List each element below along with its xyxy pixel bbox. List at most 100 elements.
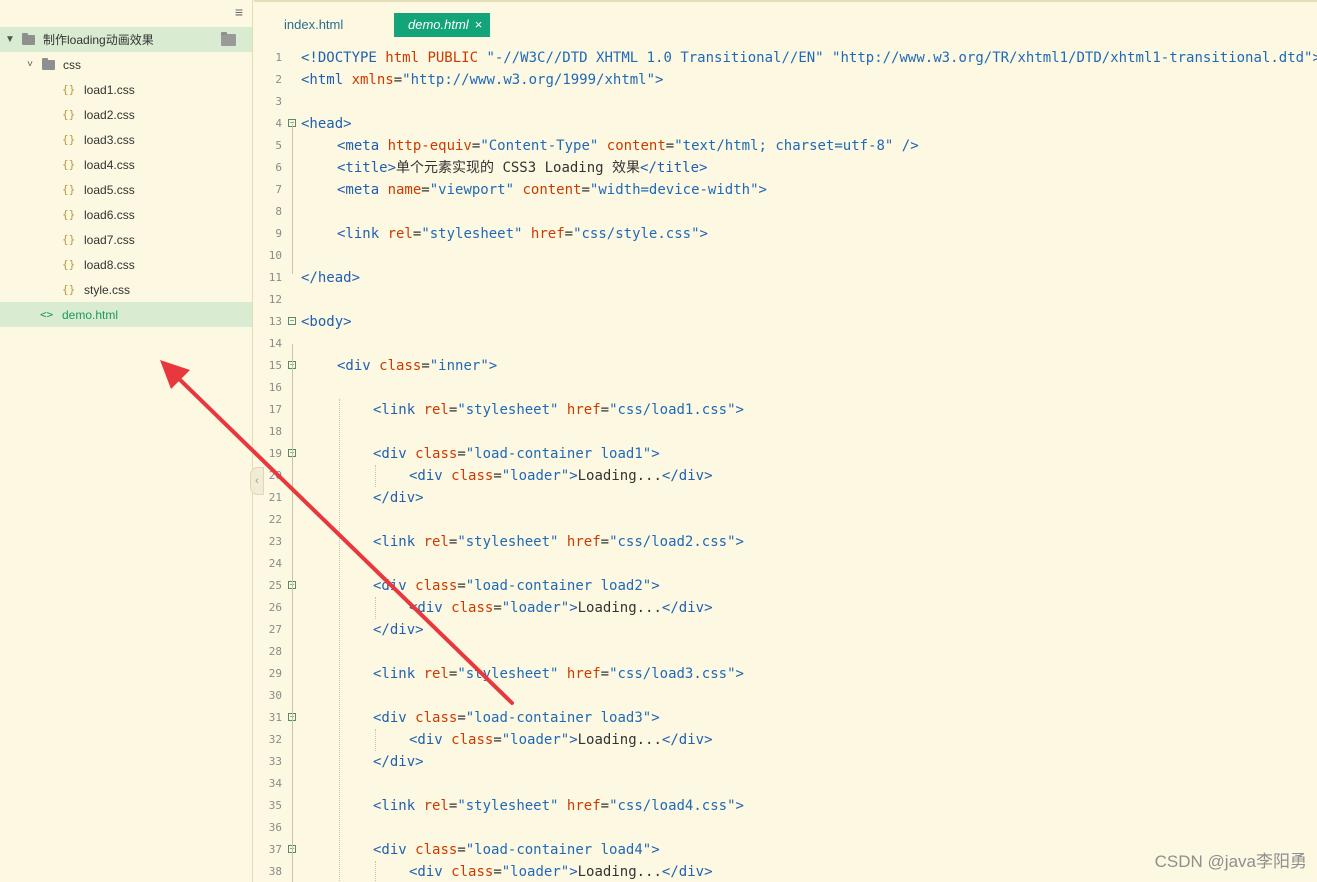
code-token: "text/html; charset=utf-8" — [674, 138, 894, 154]
code-token: <link — [373, 666, 424, 682]
line-number: 11 — [268, 271, 282, 284]
fold-range-line — [292, 344, 293, 882]
css-folder-row[interactable]: ˅ css — [0, 52, 252, 77]
chevron-down-icon[interactable]: ˅ — [24, 59, 36, 70]
code-token: > — [569, 600, 578, 616]
code-token: </title> — [640, 160, 708, 176]
code-token: class — [415, 710, 458, 726]
line-number: 15 — [268, 359, 282, 372]
tab-index-html[interactable]: index.html — [274, 13, 353, 37]
line-number: 21 — [268, 491, 282, 504]
line-number: 37 — [268, 843, 282, 856]
code-token: = — [457, 578, 466, 594]
file-label: load5.css — [84, 182, 135, 197]
code-token: "viewport" — [429, 182, 515, 198]
code-token: "loader" — [501, 600, 570, 616]
code-content: <link rel="stylesheet" href="css/load4.c… — [373, 795, 744, 817]
code-token: rel — [423, 534, 449, 550]
line-number: 26 — [268, 601, 282, 614]
code-token: "load-container load4" — [465, 842, 652, 858]
code-token: rel — [423, 798, 449, 814]
code-token: "load-container load1" — [465, 446, 652, 462]
code-token: <div — [373, 446, 416, 462]
line-number: 16 — [268, 381, 282, 394]
file-item-load6-css[interactable]: {} load6.css — [0, 202, 252, 227]
line-number: 17 — [268, 403, 282, 416]
file-item-load8-css[interactable]: {} load8.css — [0, 252, 252, 277]
css-file-icon: {} — [62, 83, 76, 96]
close-icon[interactable]: × — [475, 17, 483, 32]
watermark: CSDN @java李阳勇 — [1154, 852, 1307, 871]
code-token: Loading... — [577, 732, 662, 748]
line-number: 14 — [268, 337, 282, 350]
code-token: </div> — [661, 468, 713, 484]
code-token: > — [1312, 50, 1317, 66]
file-item-demo-html[interactable]: <> demo.html — [0, 302, 252, 327]
line-number: 23 — [268, 535, 282, 548]
css-file-icon: {} — [62, 108, 76, 121]
file-label: style.css — [84, 282, 131, 297]
code-token: </div> — [661, 600, 713, 616]
code-content: <div class="load-container load1"> — [373, 443, 660, 465]
fold-toggle-icon[interactable]: − — [288, 317, 296, 325]
code-token: name — [387, 182, 422, 198]
line-number: 2 — [275, 73, 282, 86]
code-token: 单个元素实现的 CSS3 Loading 效果 — [396, 160, 641, 176]
indent-guide — [375, 597, 376, 619]
file-item-load4-css[interactable]: {} load4.css — [0, 152, 252, 177]
folder-icon[interactable] — [221, 32, 236, 46]
code-token: = — [457, 842, 466, 858]
chevron-down-icon[interactable]: ▼ — [4, 34, 16, 45]
css-file-icon: {} — [62, 258, 76, 271]
code-token: http-equiv — [387, 138, 472, 154]
code-token: = — [600, 798, 610, 814]
code-editor[interactable]: 1 <!DOCTYPE html PUBLIC "-//W3C//DTD XHTM… — [254, 47, 1317, 882]
code-token: <body> — [301, 314, 352, 330]
project-folder-row[interactable]: ▼ 制作loading动画效果 — [0, 27, 252, 52]
menu-icon[interactable]: ≡ — [232, 4, 246, 20]
file-item-style-css[interactable]: {} style.css — [0, 277, 252, 302]
indent-guide — [375, 861, 376, 882]
code-token: <link — [373, 402, 424, 418]
file-item-load2-css[interactable]: {} load2.css — [0, 102, 252, 127]
file-label: load4.css — [84, 157, 135, 172]
file-item-load5-css[interactable]: {} load5.css — [0, 177, 252, 202]
code-token: Loading... — [577, 600, 662, 616]
code-token: class — [379, 358, 422, 374]
code-token: = — [581, 182, 590, 198]
code-token: "stylesheet" — [457, 798, 559, 814]
code-content: <body> — [301, 311, 352, 333]
css-file-icon: {} — [62, 208, 76, 221]
tab-demo-html[interactable]: demo.html × — [394, 13, 491, 37]
line-number: 5 — [275, 139, 282, 152]
code-token: > — [735, 534, 744, 550]
code-token: class — [415, 842, 458, 858]
code-content: <meta name="viewport" content="width=dev… — [337, 179, 767, 201]
code-content: <div class="loader">Loading...</div> — [409, 861, 713, 882]
code-content: <div class="load-container load3"> — [373, 707, 660, 729]
code-token: href — [566, 798, 601, 814]
code-token: </div> — [373, 622, 424, 638]
code-token: <link — [337, 226, 388, 242]
file-item-load7-css[interactable]: {} load7.css — [0, 227, 252, 252]
code-content: </div> — [373, 751, 424, 773]
file-item-load3-css[interactable]: {} load3.css — [0, 127, 252, 152]
code-token: <meta — [337, 182, 388, 198]
code-token: "http://www.w3.org/TR/xhtml1/DTD/xhtml1-… — [832, 50, 1313, 66]
code-token: class — [451, 600, 494, 616]
code-token: <div — [409, 468, 452, 484]
line-number: 7 — [275, 183, 282, 196]
tab-label: index.html — [284, 17, 344, 32]
code-token: </div> — [661, 732, 713, 748]
file-label: load1.css — [84, 82, 135, 97]
code-content: <head> — [301, 113, 352, 135]
file-item-load1-css[interactable]: {} load1.css — [0, 77, 252, 102]
code-token: <title> — [337, 160, 397, 176]
code-token: > — [735, 402, 744, 418]
code-token: > — [569, 468, 578, 484]
code-token: Loading... — [577, 864, 662, 880]
code-token: "css/load4.css" — [609, 798, 736, 814]
code-content: <meta http-equiv="Content-Type" content=… — [337, 135, 919, 157]
